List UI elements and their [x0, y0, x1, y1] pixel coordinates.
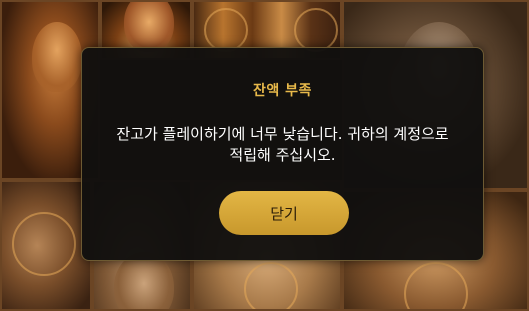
game-screen: 잔액 부족 잔고가 플레이하기에 너무 낮습니다. 귀하의 계정으로 적립해 주… — [0, 0, 529, 311]
dialog-message: 잔고가 플레이하기에 너무 낮습니다. 귀하의 계정으로 적립해 주십시오. — [116, 125, 449, 164]
close-button[interactable]: 닫기 — [219, 191, 349, 235]
insufficient-balance-dialog: 잔액 부족 잔고가 플레이하기에 너무 낮습니다. 귀하의 계정으로 적립해 주… — [81, 47, 484, 261]
dialog-title: 잔액 부족 — [253, 83, 312, 99]
reel-symbol-compass — [0, 180, 92, 311]
